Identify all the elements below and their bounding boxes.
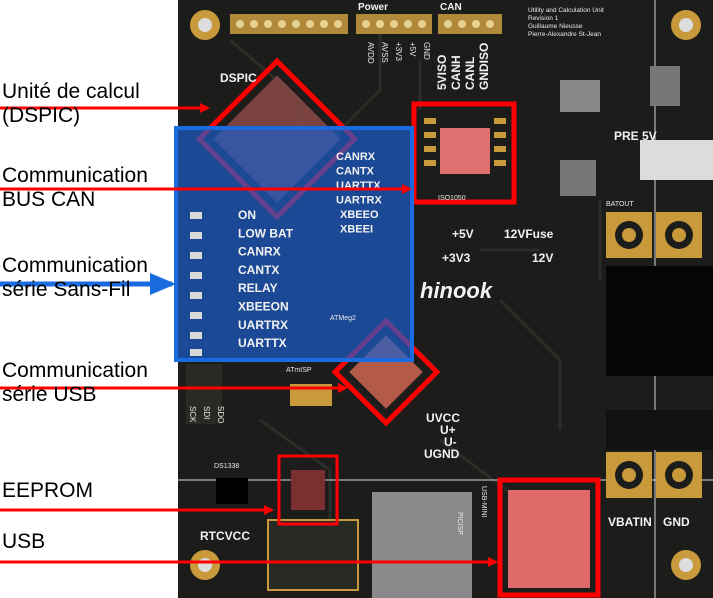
power-pin-label: +3V3 [394, 42, 403, 61]
led-label: RELAY [238, 281, 278, 295]
status-signal-label: XBEEO [340, 209, 379, 221]
silk-iso1050: ISO1050 [438, 195, 466, 202]
led-label: CANTX [238, 263, 279, 277]
power-pin-label: +5V [408, 42, 417, 57]
status-signal-label: CANTX [336, 166, 375, 178]
label-usb-serial-line2: série USB [2, 383, 97, 406]
title-line: Pierre-Alexandre St-Jean [528, 31, 601, 38]
silk-rtcvcc: RTCVCC [200, 529, 250, 543]
label-can: Communication BUS CAN [2, 164, 148, 212]
label-can-line1: Communication [2, 164, 148, 187]
label-usb-serial: Communication série USB [2, 359, 148, 407]
can-pin-label: CANH [449, 55, 463, 90]
status-signal-label: CANRX [336, 151, 376, 163]
silk-can: CAN [440, 2, 462, 13]
label-usb: USB [2, 530, 46, 553]
title-line: Guillaume Nieusse [528, 23, 583, 30]
led-label: CANRX [238, 245, 281, 259]
spi-pin-label: SDI [202, 406, 211, 419]
label-wireless-line2: série Sans-Fil [2, 278, 131, 301]
silk-dspic: DSPIC [220, 71, 257, 85]
power-pin-label: AVSS [380, 42, 389, 63]
wireless-module-highlight [174, 126, 414, 362]
label-eeprom: EEPROM [2, 479, 94, 502]
silk-ds1338: DS1338 [214, 463, 239, 470]
status-signal-label: XBEEI [340, 224, 373, 236]
top-pin-headers [230, 14, 502, 34]
label-can-line2: BUS CAN [2, 188, 96, 211]
label-wireless-line1: Communication [2, 254, 148, 277]
silk-gnd: GND [663, 515, 690, 529]
silk-vbatin: VBATIN [608, 515, 652, 529]
silk-atmega: ATMeg2 [330, 315, 356, 322]
led-label: LOW BAT [238, 226, 294, 240]
led-label: UARTTX [238, 336, 287, 350]
silk-picisp: PICISP [456, 512, 463, 535]
spi-pin-label: SDO [216, 406, 225, 423]
can-pin-label: 5VISO [435, 55, 449, 90]
title-line: Revision 1 [528, 15, 559, 22]
can-pin-label: GNDISO [477, 43, 491, 90]
power-pin-label: GND [422, 42, 431, 60]
rail-label: +5V [452, 227, 474, 241]
power-pin-label: AVDD [366, 42, 375, 64]
silk-batout: BATOUT [606, 201, 634, 208]
label-dspic-line1: Unité de calcul [2, 80, 140, 103]
usb-pin-label: UGND [424, 447, 460, 461]
silk-atmisp: ATmISP [286, 367, 312, 374]
led-label: XBEEON [238, 300, 289, 314]
spi-pin-label: SCK [188, 406, 197, 423]
usb-connector [497, 477, 601, 598]
silk-pre5v: PRE 5V [614, 129, 657, 143]
rail-label: 12V [532, 251, 553, 265]
annotated-pcb-diagram: DSPIC Power CAN Utility and Calculation … [0, 0, 713, 598]
label-wireless: Communication série Sans-Fil [2, 254, 148, 302]
rail-label: +3V3 [442, 251, 471, 265]
rail-label: 12VFuse [504, 227, 554, 241]
label-dspic: Unité de calcul (DSPIC) [2, 80, 140, 128]
silk-usb-mini: USB-MINI [480, 486, 487, 518]
silk-power: Power [358, 2, 388, 13]
title-line: Utility and Calculation Unit [528, 7, 604, 14]
led-label: UARTRX [238, 318, 288, 332]
silk-brand-logo: hinook [420, 278, 494, 303]
led-label: ON [238, 208, 256, 222]
label-usb-serial-line1: Communication [2, 359, 148, 382]
label-dspic-line2: (DSPIC) [2, 104, 81, 127]
status-signal-label: UARTRX [336, 195, 382, 207]
can-pin-label: CANL [463, 57, 477, 90]
